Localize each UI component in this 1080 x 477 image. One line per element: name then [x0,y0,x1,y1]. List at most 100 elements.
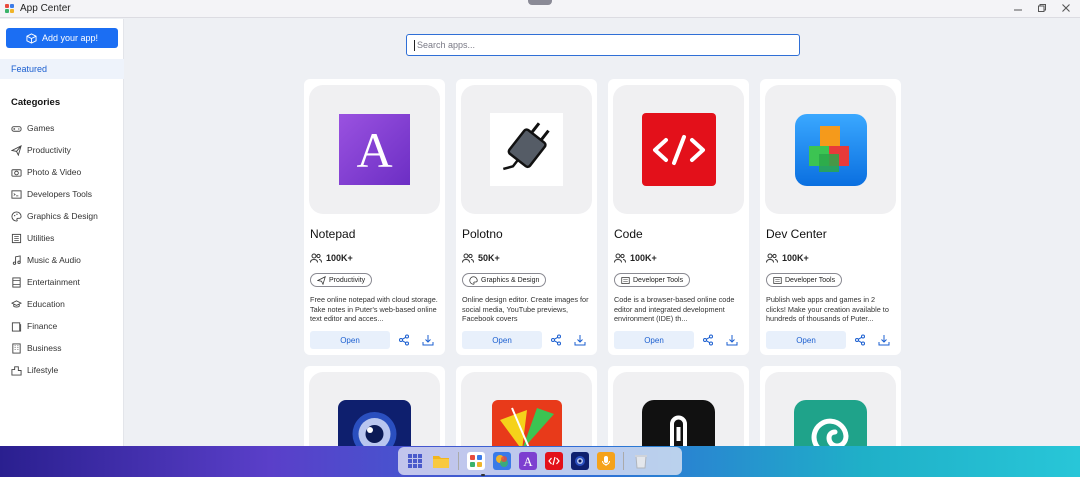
recorder-icon[interactable] [597,452,615,470]
app-name: Code [614,227,643,241]
install-icon[interactable] [422,334,434,346]
app-card[interactable] [608,366,749,446]
restore-icon[interactable] [1036,2,1048,14]
app-category-label: Graphics & Design [481,276,540,284]
sidebar-item-business[interactable]: Business [11,337,98,359]
gamepad-icon [11,125,22,132]
install-icon[interactable] [726,334,738,346]
notepad-icon[interactable]: A [519,452,537,470]
wallet-icon [11,321,22,332]
fruit-game-app-icon [491,400,562,446]
app-thumbnail[interactable] [765,372,896,446]
users-icon [462,253,474,263]
category-label: Developers Tools [27,189,93,199]
terminal-app-icon [642,400,715,446]
app-card-code[interactable]: Code 100K+ Developer Tools Code is a bro… [608,79,749,355]
open-button[interactable]: Open [614,331,694,349]
share-icon[interactable] [702,334,714,346]
category-label: Music & Audio [27,255,81,265]
app-description: Online design editor. Create images for … [462,295,589,324]
cube-icon [26,32,37,44]
category-label: Business [27,343,62,353]
sidebar-item-finance[interactable]: Finance [11,315,98,337]
app-launcher-icon[interactable] [406,452,424,470]
music-note-icon [12,254,21,265]
window-drag-notch[interactable] [528,0,552,5]
app-name: Dev Center [766,227,827,241]
share-icon[interactable] [398,334,410,346]
city-icon [11,365,22,376]
sidebar-item-games[interactable]: Games [11,117,98,139]
app-card[interactable] [456,366,597,446]
minimize-icon[interactable] [1012,2,1024,14]
app-thumbnail[interactable] [613,372,744,446]
sidebar-item-productivity[interactable]: Productivity [11,139,98,161]
share-icon[interactable] [854,334,866,346]
app-card-notepad[interactable]: A Notepad 100K+ Productivity Free online… [304,79,445,355]
category-label: Education [27,299,65,309]
open-button[interactable]: Open [462,331,542,349]
polotno-app-icon [490,113,563,186]
app-thumbnail[interactable]: A [309,85,440,214]
app-thumbnail[interactable] [461,85,592,214]
share-icon[interactable] [550,334,562,346]
window-title: App Center [20,3,71,14]
notepad-app-icon: A [339,114,410,185]
close-icon[interactable] [1060,2,1072,14]
sidebar-item-graphics-design[interactable]: Graphics & Design [11,205,98,227]
category-list: Games Productivity Photo & Video Develop… [11,117,98,381]
trash-icon[interactable] [632,452,650,470]
app-users: 100K+ [310,253,353,263]
paper-plane-icon [11,144,22,156]
open-button[interactable]: Open [310,331,390,349]
terminal-icon [621,276,630,284]
sidebar-item-photo-video[interactable]: Photo & Video [11,161,98,183]
app-category-badge[interactable]: Developer Tools [614,273,691,287]
sidebar-item-entertainment[interactable]: Entertainment [11,271,98,293]
app-category-badge[interactable]: Productivity [310,273,373,287]
film-icon [12,276,21,288]
install-icon[interactable] [574,334,586,346]
palette-icon [469,275,478,285]
app-card-dev-center[interactable]: Dev Center 100K+ Developer Tools Publish… [760,79,901,355]
app-category-badge[interactable]: Graphics & Design [462,273,547,287]
category-label: Games [27,123,55,133]
folder-icon[interactable] [432,452,450,470]
code-editor-icon[interactable] [545,452,563,470]
open-button[interactable]: Open [766,331,846,349]
photo-editor-icon[interactable] [493,452,511,470]
app-users: 100K+ [614,253,657,263]
app-thumbnail[interactable] [613,85,744,214]
app-card-polotno[interactable]: Polotno 50K+ Graphics & Design Online de… [456,79,597,355]
app-thumbnail[interactable] [765,85,896,214]
category-label: Finance [27,321,58,331]
terminal-icon [11,189,22,199]
sidebar-item-developers-tools[interactable]: Developers Tools [11,183,98,205]
dev-center-app-icon [794,113,867,186]
text-caret [414,39,415,51]
app-thumbnail[interactable] [309,372,440,446]
camera-app-icon[interactable] [571,452,589,470]
app-center-icon[interactable] [467,452,485,470]
app-center-icon [5,3,15,14]
category-label: Photo & Video [27,167,82,177]
app-users-count: 100K+ [326,253,353,263]
sidebar-item-utilities[interactable]: Utilities [11,227,98,249]
app-card[interactable] [760,366,901,446]
add-your-app-button[interactable]: Add your app! [6,28,118,48]
search-bar[interactable] [406,34,800,56]
app-description: Publish web apps and games in 2 clicks! … [766,295,889,324]
app-category-badge[interactable]: Developer Tools [766,273,843,287]
sidebar-item-lifestyle[interactable]: Lifestyle [11,359,98,381]
app-users-count: 50K+ [478,253,500,263]
sidebar-item-music-audio[interactable]: Music & Audio [11,249,98,271]
app-users-count: 100K+ [782,253,809,263]
sidebar-item-education[interactable]: Education [11,293,98,315]
install-icon[interactable] [878,334,890,346]
app-card[interactable] [304,366,445,446]
titlebar: App Center [0,0,1080,18]
app-thumbnail[interactable] [461,372,592,446]
search-input[interactable] [417,40,799,50]
app-category-label: Developer Tools [785,276,836,284]
sidebar-item-featured[interactable]: Featured [0,59,124,79]
